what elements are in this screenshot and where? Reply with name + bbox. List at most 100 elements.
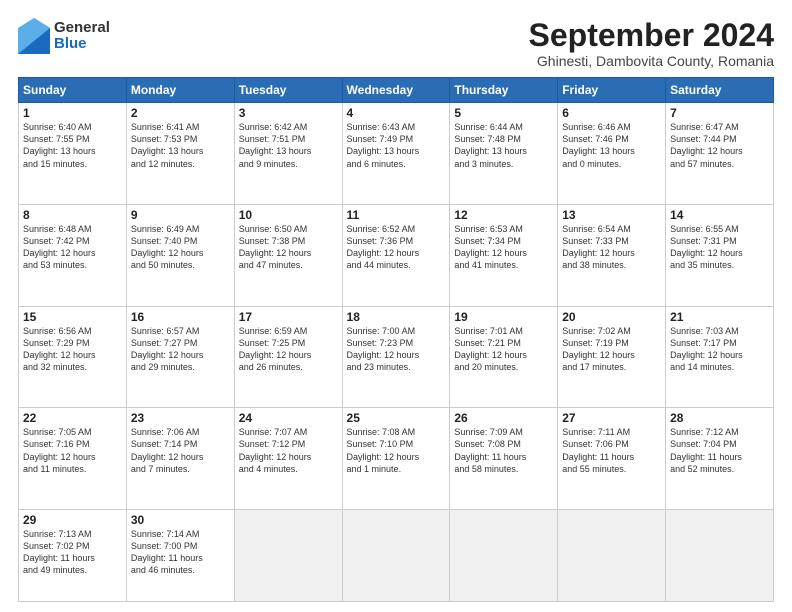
day-number: 28: [670, 411, 769, 425]
day-number: 24: [239, 411, 338, 425]
day-info: Sunrise: 7:11 AM Sunset: 7:06 PM Dayligh…: [562, 426, 661, 475]
day-number: 11: [347, 208, 446, 222]
calendar-table: Sunday Monday Tuesday Wednesday Thursday…: [18, 77, 774, 602]
table-row: [450, 509, 558, 601]
table-row: 20Sunrise: 7:02 AM Sunset: 7:19 PM Dayli…: [558, 306, 666, 408]
table-row: [234, 509, 342, 601]
day-info: Sunrise: 6:57 AM Sunset: 7:27 PM Dayligh…: [131, 325, 230, 374]
table-row: 9Sunrise: 6:49 AM Sunset: 7:40 PM Daylig…: [126, 204, 234, 306]
day-number: 7: [670, 106, 769, 120]
col-sunday: Sunday: [19, 78, 127, 103]
day-number: 30: [131, 513, 230, 527]
table-row: 8Sunrise: 6:48 AM Sunset: 7:42 PM Daylig…: [19, 204, 127, 306]
day-info: Sunrise: 6:53 AM Sunset: 7:34 PM Dayligh…: [454, 223, 553, 272]
day-info: Sunrise: 7:07 AM Sunset: 7:12 PM Dayligh…: [239, 426, 338, 475]
table-row: 30Sunrise: 7:14 AM Sunset: 7:00 PM Dayli…: [126, 509, 234, 601]
location-subtitle: Ghinesti, Dambovita County, Romania: [529, 53, 774, 69]
day-info: Sunrise: 6:47 AM Sunset: 7:44 PM Dayligh…: [670, 121, 769, 170]
table-row: 16Sunrise: 6:57 AM Sunset: 7:27 PM Dayli…: [126, 306, 234, 408]
table-row: 17Sunrise: 6:59 AM Sunset: 7:25 PM Dayli…: [234, 306, 342, 408]
day-number: 9: [131, 208, 230, 222]
day-info: Sunrise: 7:01 AM Sunset: 7:21 PM Dayligh…: [454, 325, 553, 374]
table-row: 26Sunrise: 7:09 AM Sunset: 7:08 PM Dayli…: [450, 408, 558, 510]
day-info: Sunrise: 7:12 AM Sunset: 7:04 PM Dayligh…: [670, 426, 769, 475]
day-info: Sunrise: 7:03 AM Sunset: 7:17 PM Dayligh…: [670, 325, 769, 374]
table-row: 23Sunrise: 7:06 AM Sunset: 7:14 PM Dayli…: [126, 408, 234, 510]
logo-icon: [18, 18, 50, 54]
day-number: 27: [562, 411, 661, 425]
day-info: Sunrise: 6:59 AM Sunset: 7:25 PM Dayligh…: [239, 325, 338, 374]
day-info: Sunrise: 7:13 AM Sunset: 7:02 PM Dayligh…: [23, 528, 122, 577]
day-info: Sunrise: 6:52 AM Sunset: 7:36 PM Dayligh…: [347, 223, 446, 272]
table-row: 5Sunrise: 6:44 AM Sunset: 7:48 PM Daylig…: [450, 103, 558, 205]
day-number: 23: [131, 411, 230, 425]
day-info: Sunrise: 6:50 AM Sunset: 7:38 PM Dayligh…: [239, 223, 338, 272]
day-number: 26: [454, 411, 553, 425]
calendar-week-0: 1Sunrise: 6:40 AM Sunset: 7:55 PM Daylig…: [19, 103, 774, 205]
calendar-week-2: 15Sunrise: 6:56 AM Sunset: 7:29 PM Dayli…: [19, 306, 774, 408]
title-area: September 2024 Ghinesti, Dambovita Count…: [529, 18, 774, 69]
day-number: 19: [454, 310, 553, 324]
table-row: 24Sunrise: 7:07 AM Sunset: 7:12 PM Dayli…: [234, 408, 342, 510]
day-number: 21: [670, 310, 769, 324]
day-number: 5: [454, 106, 553, 120]
table-row: 11Sunrise: 6:52 AM Sunset: 7:36 PM Dayli…: [342, 204, 450, 306]
day-number: 18: [347, 310, 446, 324]
day-number: 17: [239, 310, 338, 324]
day-number: 10: [239, 208, 338, 222]
day-number: 14: [670, 208, 769, 222]
day-info: Sunrise: 6:42 AM Sunset: 7:51 PM Dayligh…: [239, 121, 338, 170]
table-row: 14Sunrise: 6:55 AM Sunset: 7:31 PM Dayli…: [666, 204, 774, 306]
month-title: September 2024: [529, 18, 774, 53]
table-row: 13Sunrise: 6:54 AM Sunset: 7:33 PM Dayli…: [558, 204, 666, 306]
day-number: 8: [23, 208, 122, 222]
day-info: Sunrise: 6:54 AM Sunset: 7:33 PM Dayligh…: [562, 223, 661, 272]
day-number: 25: [347, 411, 446, 425]
day-number: 3: [239, 106, 338, 120]
table-row: 25Sunrise: 7:08 AM Sunset: 7:10 PM Dayli…: [342, 408, 450, 510]
day-number: 13: [562, 208, 661, 222]
table-row: 2Sunrise: 6:41 AM Sunset: 7:53 PM Daylig…: [126, 103, 234, 205]
day-info: Sunrise: 6:49 AM Sunset: 7:40 PM Dayligh…: [131, 223, 230, 272]
table-row: [558, 509, 666, 601]
day-number: 29: [23, 513, 122, 527]
day-number: 1: [23, 106, 122, 120]
day-info: Sunrise: 7:06 AM Sunset: 7:14 PM Dayligh…: [131, 426, 230, 475]
table-row: 28Sunrise: 7:12 AM Sunset: 7:04 PM Dayli…: [666, 408, 774, 510]
day-number: 20: [562, 310, 661, 324]
day-info: Sunrise: 6:48 AM Sunset: 7:42 PM Dayligh…: [23, 223, 122, 272]
day-info: Sunrise: 6:43 AM Sunset: 7:49 PM Dayligh…: [347, 121, 446, 170]
table-row: 3Sunrise: 6:42 AM Sunset: 7:51 PM Daylig…: [234, 103, 342, 205]
day-number: 6: [562, 106, 661, 120]
logo-blue-text: Blue: [54, 36, 110, 53]
table-row: 10Sunrise: 6:50 AM Sunset: 7:38 PM Dayli…: [234, 204, 342, 306]
table-row: 1Sunrise: 6:40 AM Sunset: 7:55 PM Daylig…: [19, 103, 127, 205]
day-info: Sunrise: 7:09 AM Sunset: 7:08 PM Dayligh…: [454, 426, 553, 475]
day-info: Sunrise: 6:44 AM Sunset: 7:48 PM Dayligh…: [454, 121, 553, 170]
col-saturday: Saturday: [666, 78, 774, 103]
table-row: 7Sunrise: 6:47 AM Sunset: 7:44 PM Daylig…: [666, 103, 774, 205]
table-row: 15Sunrise: 6:56 AM Sunset: 7:29 PM Dayli…: [19, 306, 127, 408]
page: General Blue September 2024 Ghinesti, Da…: [0, 0, 792, 612]
logo: General Blue: [18, 18, 110, 54]
header-row: Sunday Monday Tuesday Wednesday Thursday…: [19, 78, 774, 103]
table-row: 27Sunrise: 7:11 AM Sunset: 7:06 PM Dayli…: [558, 408, 666, 510]
table-row: 4Sunrise: 6:43 AM Sunset: 7:49 PM Daylig…: [342, 103, 450, 205]
col-thursday: Thursday: [450, 78, 558, 103]
day-number: 16: [131, 310, 230, 324]
col-tuesday: Tuesday: [234, 78, 342, 103]
table-row: [342, 509, 450, 601]
day-info: Sunrise: 6:40 AM Sunset: 7:55 PM Dayligh…: [23, 121, 122, 170]
day-info: Sunrise: 7:00 AM Sunset: 7:23 PM Dayligh…: [347, 325, 446, 374]
day-info: Sunrise: 6:41 AM Sunset: 7:53 PM Dayligh…: [131, 121, 230, 170]
day-number: 2: [131, 106, 230, 120]
table-row: 21Sunrise: 7:03 AM Sunset: 7:17 PM Dayli…: [666, 306, 774, 408]
day-number: 4: [347, 106, 446, 120]
col-monday: Monday: [126, 78, 234, 103]
day-info: Sunrise: 6:55 AM Sunset: 7:31 PM Dayligh…: [670, 223, 769, 272]
calendar-week-4: 29Sunrise: 7:13 AM Sunset: 7:02 PM Dayli…: [19, 509, 774, 601]
table-row: [666, 509, 774, 601]
day-info: Sunrise: 7:02 AM Sunset: 7:19 PM Dayligh…: [562, 325, 661, 374]
logo-text: General Blue: [54, 20, 110, 53]
day-info: Sunrise: 7:08 AM Sunset: 7:10 PM Dayligh…: [347, 426, 446, 475]
